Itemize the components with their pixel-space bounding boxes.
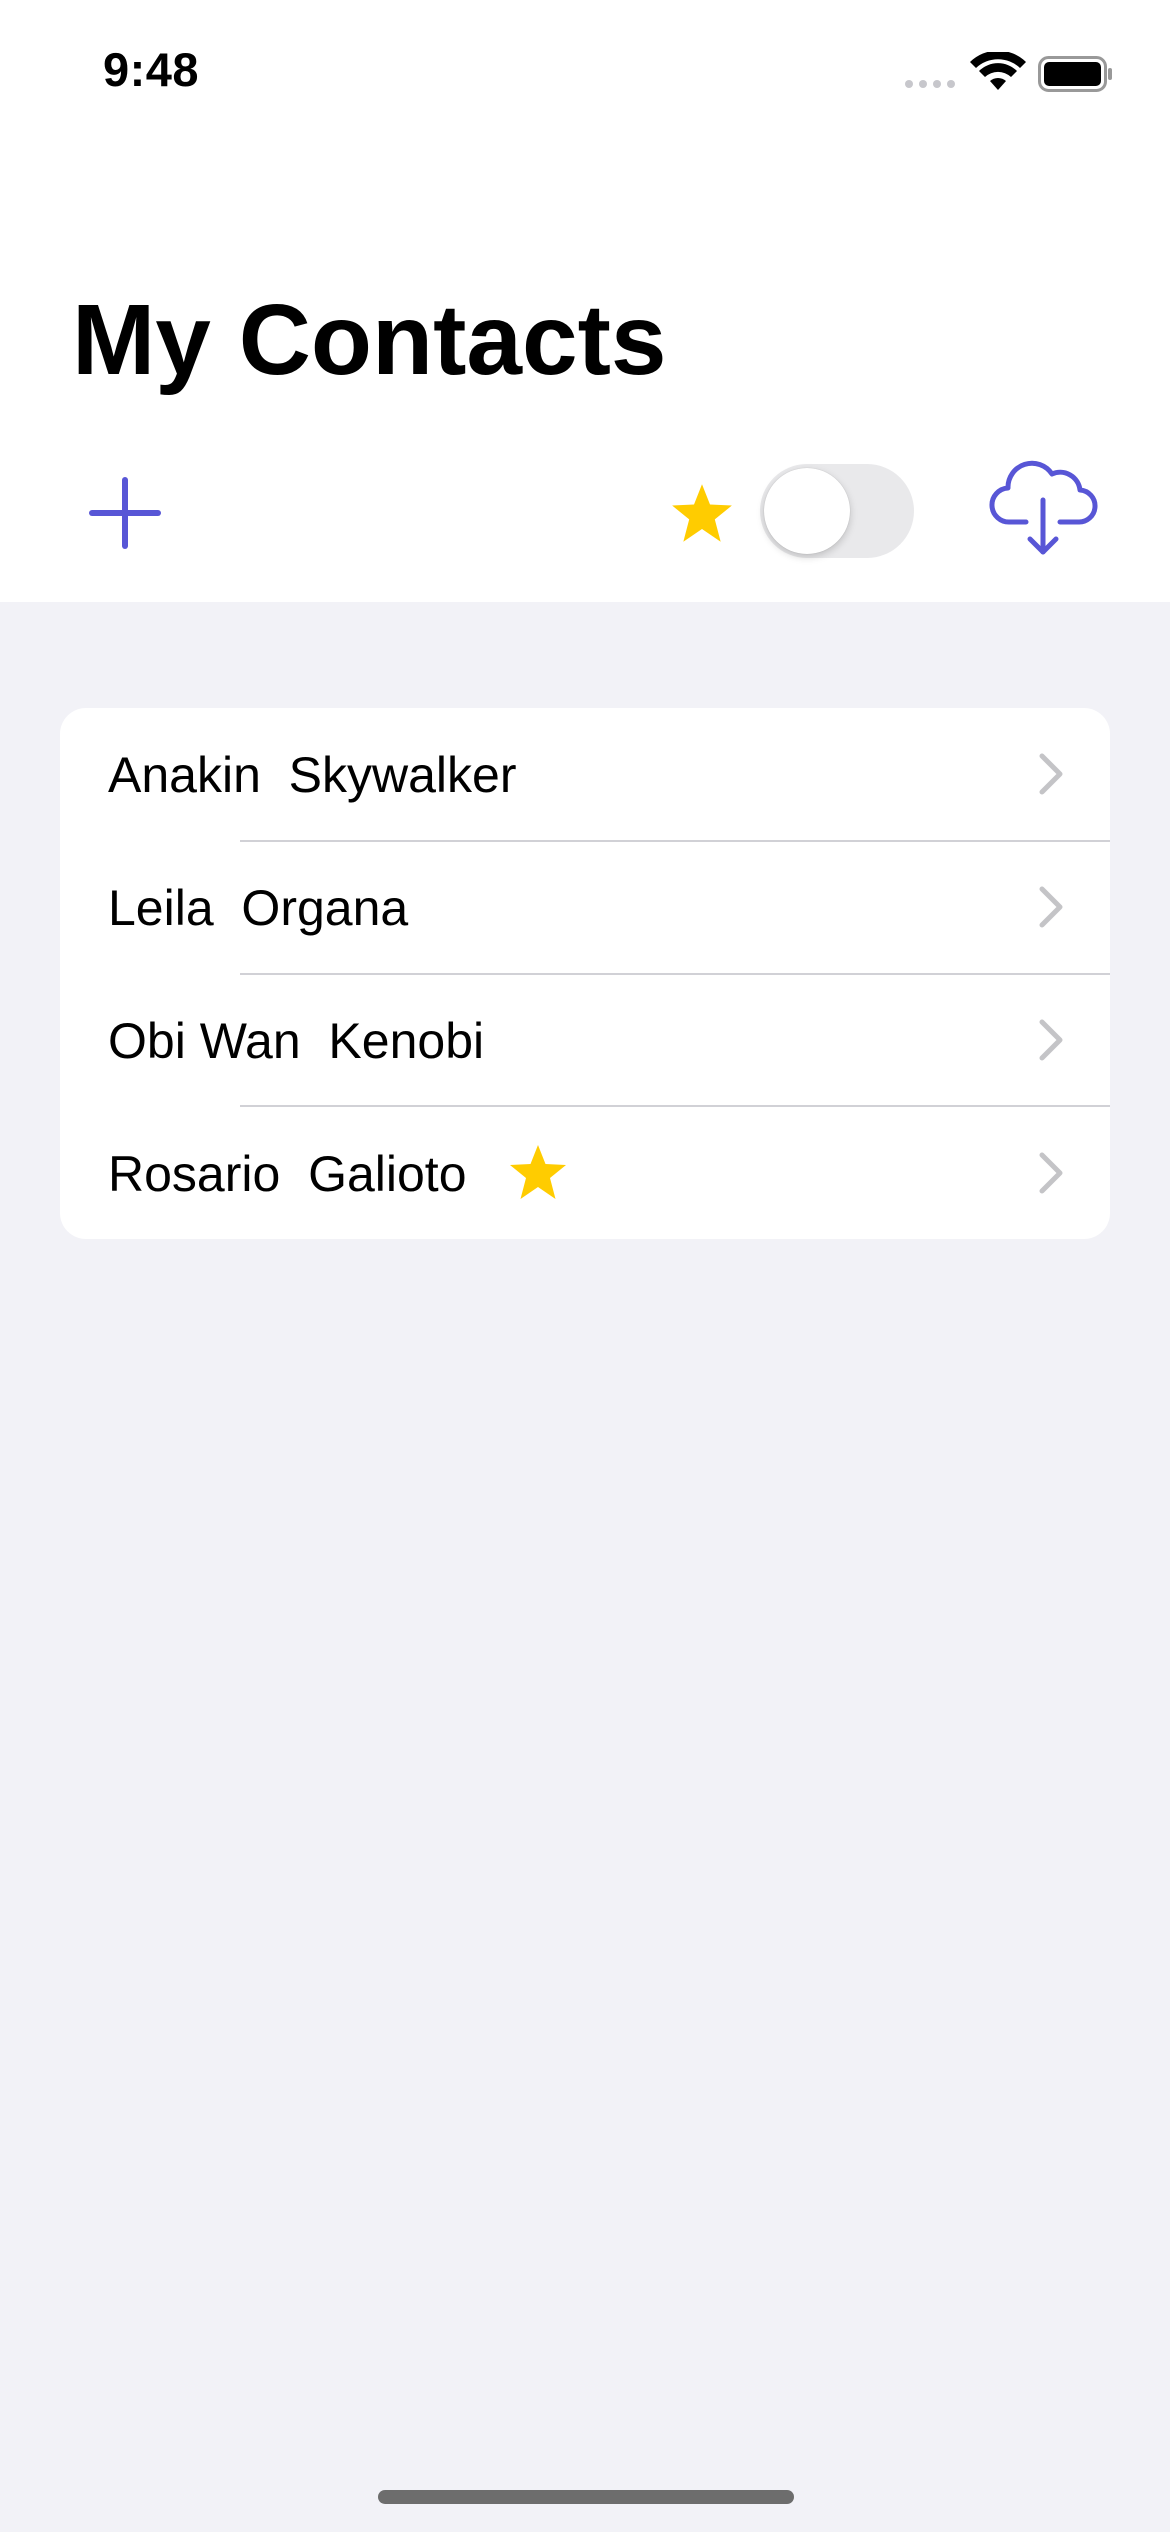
contact-name: Anakin Skywalker — [108, 747, 517, 803]
contact-name: Obi Wan Kenobi — [108, 1013, 485, 1069]
wifi-icon — [970, 52, 1026, 90]
contact-row[interactable]: Leila Organa — [60, 841, 1110, 973]
signal-dots-icon — [905, 80, 955, 88]
favorite-star-icon — [510, 1145, 566, 1199]
battery-icon — [1038, 56, 1112, 92]
add-contact-button[interactable] — [84, 472, 166, 554]
chevron-right-icon — [1039, 1152, 1063, 1194]
plus-icon — [89, 477, 161, 549]
contact-name: Leila Organa — [108, 880, 409, 936]
page-title: My Contacts — [72, 284, 667, 396]
toggle-knob — [764, 468, 850, 554]
chevron-right-icon — [1039, 1019, 1063, 1061]
cloud-download-button[interactable] — [988, 460, 1098, 560]
contact-row[interactable]: Rosario Galioto — [60, 1107, 1110, 1239]
favorites-toggle[interactable] — [760, 464, 914, 558]
contact-row[interactable]: Anakin Skywalker — [60, 708, 1110, 840]
chevron-right-icon — [1039, 886, 1063, 928]
contact-name: Rosario Galioto — [108, 1146, 467, 1202]
chevron-right-icon — [1039, 753, 1063, 795]
header-area: 9:48 My Contacts — [0, 0, 1170, 602]
star-icon — [672, 484, 732, 542]
cloud-download-icon — [989, 460, 1098, 555]
home-indicator — [378, 2490, 794, 2504]
contact-row[interactable]: Obi Wan Kenobi — [60, 974, 1110, 1106]
status-time: 9:48 — [103, 43, 200, 96]
contact-list: Anakin Skywalker Leila Organa Obi Wan Ke… — [60, 708, 1110, 1239]
